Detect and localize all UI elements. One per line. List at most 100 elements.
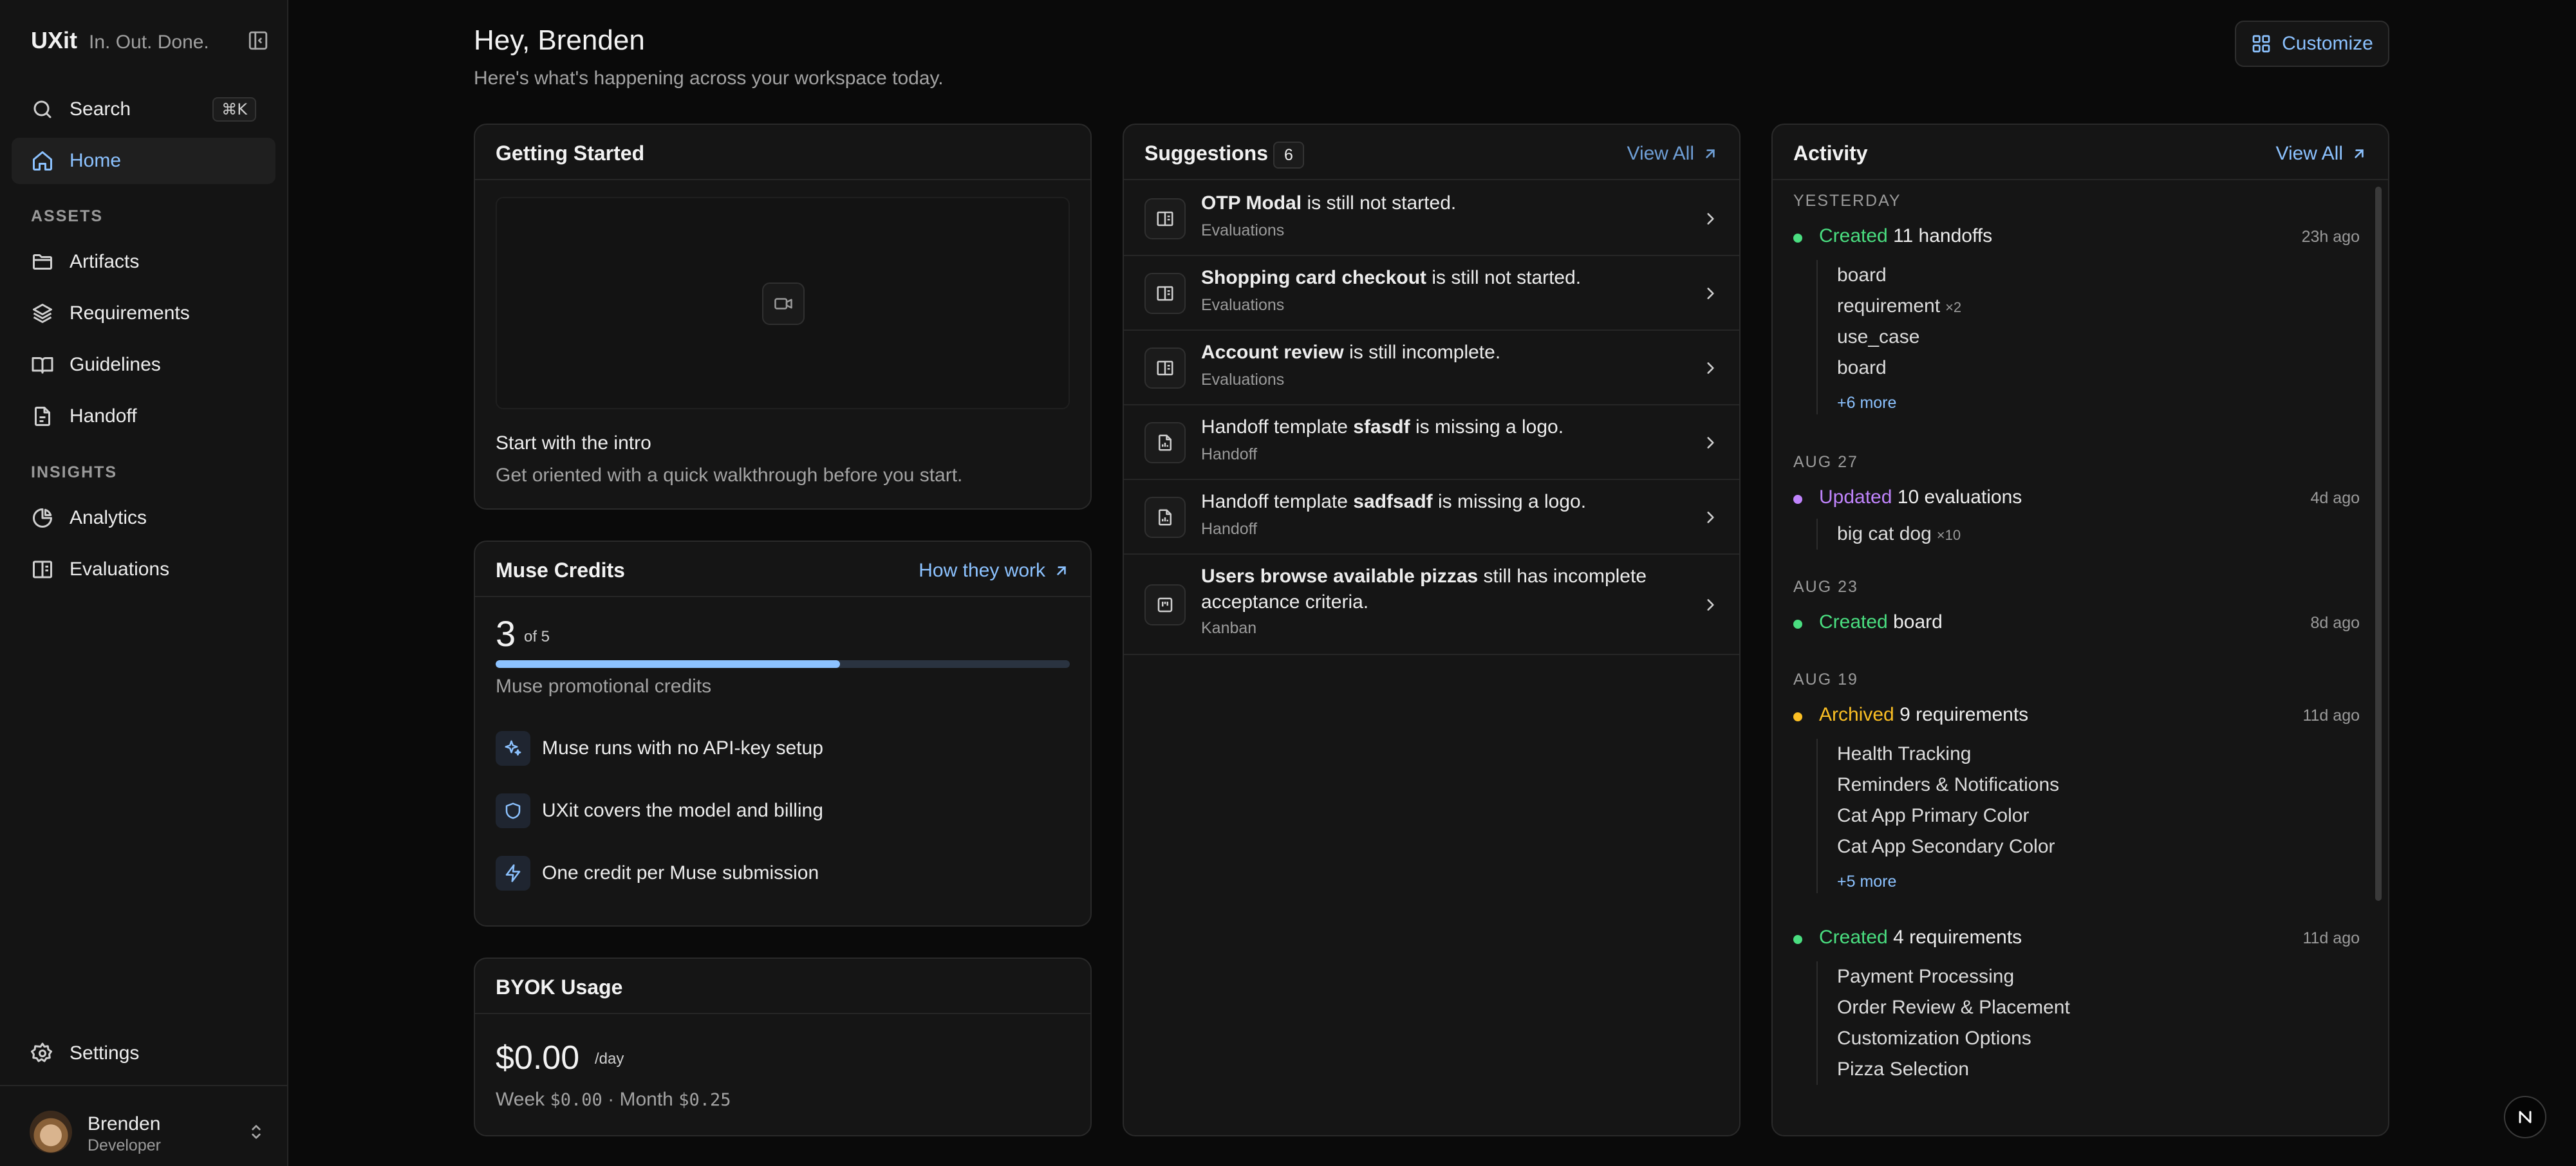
- suggestion-row[interactable]: Handoff template sadfsadf is missing a l…: [1124, 480, 1739, 555]
- assets-section-label: ASSETS: [31, 207, 104, 225]
- sidebar-item-handoff[interactable]: Handoff: [12, 393, 275, 440]
- item-name: board: [1837, 264, 1887, 286]
- card-header: BYOK Usage: [475, 959, 1090, 1014]
- chevron-up-down-icon[interactable]: [246, 1122, 266, 1142]
- suggestion-status: is missing a logo.: [1410, 416, 1564, 438]
- activity-card: Activity View All YESTERDAY Created 11 h…: [1771, 124, 2389, 1136]
- activity-date: AUG 27: [1793, 453, 1858, 471]
- credits-progress-fill: [496, 660, 841, 668]
- bolt-icon: [496, 856, 530, 891]
- activity-event[interactable]: Created 4 requirements 11d ago: [1793, 927, 2360, 952]
- book-icon: [31, 353, 54, 376]
- suggestion-prefix: Handoff template: [1201, 416, 1354, 438]
- app-tagline: In. Out. Done.: [89, 32, 209, 53]
- sidebar-item-settings[interactable]: Settings: [12, 1030, 275, 1077]
- chevron-right-icon: [1702, 360, 1719, 376]
- separator: ·: [608, 1089, 615, 1110]
- activity-view-all-link[interactable]: View All: [2275, 143, 2367, 165]
- item-multiplier: ×10: [1936, 527, 1961, 543]
- book-open-icon: [31, 558, 54, 581]
- card-title: Getting Started: [496, 142, 645, 165]
- how-they-work-link[interactable]: How they work: [919, 560, 1070, 582]
- file-icon: [31, 405, 54, 428]
- user-name: Brenden: [88, 1113, 161, 1134]
- item-name: Health Tracking: [1837, 743, 1972, 764]
- list-item: Customization Options: [1837, 1023, 2070, 1054]
- status-dot: [1793, 234, 1802, 243]
- sidebar-item-label: Guidelines: [70, 354, 161, 375]
- chevron-right-icon: [1702, 597, 1719, 613]
- activity-summary: Created 11 handoffs: [1819, 225, 1992, 247]
- item-name: big cat dog: [1837, 523, 1932, 544]
- suggestion-subject: Shopping card checkout: [1201, 267, 1427, 288]
- activity-event[interactable]: Created 11 handoffs 23h ago: [1793, 225, 2360, 251]
- credits-used: 3: [496, 613, 516, 654]
- activity-time: 4d ago: [2310, 489, 2360, 507]
- sidebar-item-analytics[interactable]: Analytics: [12, 495, 275, 541]
- sidebar-item-guidelines[interactable]: Guidelines: [12, 342, 275, 388]
- status-dot: [1793, 495, 1802, 504]
- sidebar-item-artifacts[interactable]: Artifacts: [12, 239, 275, 285]
- sidebar-item-label: Handoff: [70, 405, 137, 427]
- suggestion-row[interactable]: Account review is still incomplete. Eval…: [1124, 331, 1739, 405]
- search-button[interactable]: Search ⌘K: [12, 86, 275, 133]
- feature-text: Muse runs with no API-key setup: [542, 737, 823, 759]
- suggestion-text: Shopping card checkout is still not star…: [1201, 265, 1671, 291]
- activity-time: 23h ago: [2301, 228, 2360, 246]
- list-item: use_case: [1837, 322, 1961, 353]
- feature-item: Muse runs with no API-key setup: [496, 731, 823, 766]
- activity-date: YESTERDAY: [1793, 192, 1901, 210]
- suggestion-row[interactable]: Users browse available pizzas still has …: [1124, 555, 1739, 655]
- suggestion-text: Users browse available pizzas still has …: [1201, 564, 1671, 615]
- activity-time: 11d ago: [2302, 707, 2360, 725]
- arrow-up-right-icon: [1702, 145, 1719, 162]
- activity-item-list: Payment Processing Order Review & Placem…: [1816, 961, 2070, 1085]
- suggestion-row[interactable]: Shopping card checkout is still not star…: [1124, 256, 1739, 331]
- user-role: Developer: [88, 1136, 161, 1154]
- sidebar-item-evaluations[interactable]: Evaluations: [12, 546, 275, 593]
- sidebar-item-label: Requirements: [70, 302, 190, 324]
- home-icon: [31, 149, 54, 172]
- week-value: $0.00: [550, 1090, 602, 1110]
- byok-per-unit: /day: [595, 1050, 624, 1068]
- sidebar-item-label: Settings: [70, 1042, 140, 1064]
- user-menu[interactable]: Brenden Developer: [0, 1085, 287, 1166]
- show-more-link[interactable]: +6 more: [1837, 384, 1961, 414]
- sidebar-item-label: Artifacts: [70, 251, 140, 272]
- sidebar-item-requirements[interactable]: Requirements: [12, 290, 275, 337]
- customize-label: Customize: [2282, 33, 2373, 54]
- brand[interactable]: UXit In. Out. Done.: [31, 27, 209, 54]
- intro-video[interactable]: [496, 197, 1070, 409]
- suggestion-text: Handoff template sadfsadf is missing a l…: [1201, 489, 1671, 515]
- byok-daily-amount: $0.00: [496, 1039, 580, 1077]
- card-header: Getting Started: [475, 125, 1090, 180]
- search-label: Search: [70, 98, 131, 120]
- activity-event[interactable]: Archived 9 requirements 11d ago: [1793, 704, 2360, 730]
- sidebar-item-home[interactable]: Home: [12, 138, 275, 184]
- activity-event[interactable]: Created board 8d ago: [1793, 611, 2360, 637]
- suggestions-view-all-link[interactable]: View All: [1627, 143, 1719, 165]
- activity-object: 10 evaluations: [1897, 486, 2022, 508]
- activity-scrollbar[interactable]: [2375, 187, 2382, 901]
- customize-button[interactable]: Customize: [2235, 21, 2389, 67]
- sidebar-item-label: Home: [70, 150, 122, 171]
- list-item: Cat App Secondary Color: [1837, 831, 2059, 862]
- activity-item-list: Health Tracking Reminders & Notification…: [1816, 739, 2059, 893]
- item-name: Cat App Secondary Color: [1837, 836, 2055, 857]
- activity-verb: Archived: [1819, 704, 1894, 725]
- suggestion-row[interactable]: Handoff template sfasdf is missing a log…: [1124, 405, 1739, 480]
- suggestion-category: Evaluations: [1201, 221, 1285, 239]
- feature-text: UXit covers the model and billing: [542, 800, 823, 821]
- suggestion-subject: Account review: [1201, 342, 1344, 363]
- sidebar-collapse-icon[interactable]: [247, 30, 269, 51]
- sidebar: UXit In. Out. Done. Search ⌘K Home ASSET…: [0, 0, 288, 1166]
- activity-event[interactable]: Updated 10 evaluations 4d ago: [1793, 486, 2360, 512]
- assistant-fab-button[interactable]: [2504, 1096, 2546, 1138]
- avatar: [30, 1111, 72, 1153]
- suggestions-card: Suggestions 6 View All OTP Modal is stil…: [1123, 124, 1741, 1136]
- video-play-button[interactable]: [762, 282, 805, 325]
- activity-verb: Created: [1819, 927, 1888, 948]
- show-more-link[interactable]: +5 more: [1837, 862, 2059, 893]
- suggestion-row[interactable]: OTP Modal is still not started. Evaluati…: [1124, 181, 1739, 256]
- chevron-right-icon: [1702, 509, 1719, 526]
